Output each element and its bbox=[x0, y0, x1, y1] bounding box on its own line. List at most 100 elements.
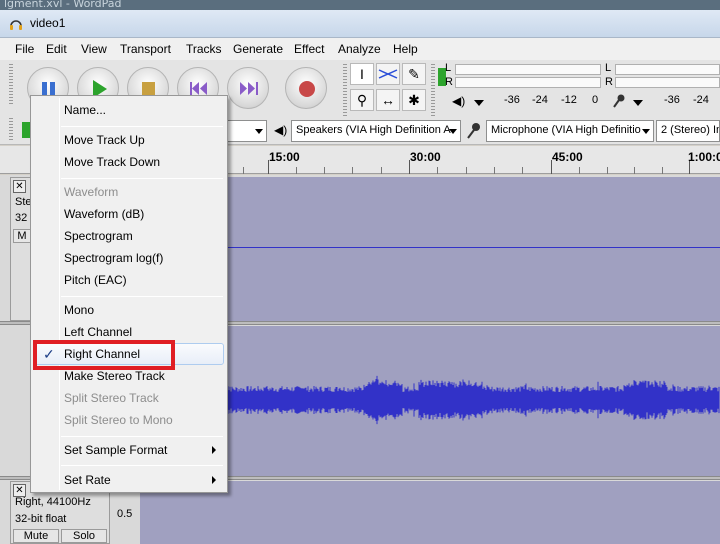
menu-item-label: Spectrogram log(f) bbox=[64, 251, 164, 265]
playback-meter-bar-l[interactable] bbox=[455, 64, 601, 75]
playback-scale-24: -24 bbox=[532, 94, 548, 106]
close-track-icon[interactable]: ✕ bbox=[13, 180, 26, 193]
playback-menu-arrow[interactable] bbox=[474, 100, 484, 106]
double-arrow-icon: ↔ bbox=[381, 92, 395, 108]
window-title: video1 bbox=[30, 16, 66, 30]
playback-meter-r: R bbox=[445, 76, 453, 88]
menu-item-label: Set Sample Format bbox=[64, 443, 168, 457]
host-combo[interactable] bbox=[227, 120, 267, 142]
recording-device-value: Microphone (VIA High Definitio bbox=[491, 124, 641, 136]
menu-tracks[interactable]: Tracks bbox=[186, 42, 222, 56]
selection-tool[interactable]: I bbox=[350, 63, 374, 85]
menu-item-mono[interactable]: Mono bbox=[34, 299, 224, 321]
ruler-label-45: 45:00 bbox=[552, 150, 583, 164]
headphones-icon bbox=[10, 20, 22, 30]
background-window-title: lgment.xvl - WordPad bbox=[4, 0, 122, 10]
ibeam-icon: I bbox=[360, 66, 364, 82]
menu-separator bbox=[61, 465, 223, 466]
menu-separator bbox=[61, 126, 223, 127]
waveform-middle[interactable] bbox=[227, 326, 720, 476]
envelope-icon bbox=[378, 69, 398, 79]
ruler-minor-tick bbox=[352, 167, 353, 174]
record-menu-arrow[interactable] bbox=[633, 100, 643, 106]
background-window-strip: lgment.xvl - WordPad bbox=[0, 0, 720, 10]
menu-file[interactable]: File bbox=[15, 42, 34, 56]
menu-item-label: Left Channel bbox=[64, 325, 133, 339]
mixer-grip[interactable] bbox=[9, 118, 13, 142]
menu-view[interactable]: View bbox=[81, 42, 107, 56]
tools-grip[interactable] bbox=[343, 64, 347, 116]
menu-separator bbox=[61, 178, 223, 179]
menu-item-label: Set Rate bbox=[64, 473, 111, 487]
highlight-annotation bbox=[33, 340, 175, 370]
playback-meter-l: L bbox=[445, 62, 452, 74]
channels-select[interactable]: 2 (Stereo) In bbox=[656, 120, 720, 142]
record-scale-36: -36 bbox=[664, 94, 680, 106]
menu-item-move-down[interactable]: Move Track Down bbox=[34, 151, 224, 173]
ruler-minor-tick bbox=[466, 167, 467, 174]
menu-help[interactable]: Help bbox=[393, 42, 418, 56]
track-format-bottom: 32-bit float bbox=[15, 513, 67, 525]
menu-item-label: Waveform bbox=[64, 185, 119, 199]
vertical-scale-label: 0.5 bbox=[117, 508, 133, 520]
waveform-top[interactable] bbox=[228, 177, 720, 321]
playback-device-select[interactable]: Speakers (VIA High Definition A bbox=[291, 120, 461, 142]
menu-item-label: Split Stereo Track bbox=[64, 391, 159, 405]
meter-grip[interactable] bbox=[431, 64, 435, 116]
playback-scale-0: 0 bbox=[592, 94, 599, 106]
pencil-icon: ✎ bbox=[408, 66, 420, 82]
ruler-minor-tick bbox=[579, 167, 580, 174]
mute-button-top[interactable]: M bbox=[13, 229, 31, 243]
ruler-minor-tick bbox=[522, 167, 523, 174]
menu-item-spectrogram-log[interactable]: Spectrogram log(f) bbox=[34, 247, 224, 269]
menu-item-sample-format[interactable]: Set Sample Format bbox=[34, 439, 224, 461]
menu-item-pitch[interactable]: Pitch (EAC) bbox=[34, 269, 224, 291]
menu-item-label: Pitch (EAC) bbox=[64, 273, 127, 287]
record-scale-24: -24 bbox=[693, 94, 709, 106]
record-meter-bar-l[interactable] bbox=[615, 64, 720, 75]
menu-analyze[interactable]: Analyze bbox=[338, 42, 381, 56]
menu-item-move-up[interactable]: Move Track Up bbox=[34, 129, 224, 151]
chevron-down-icon bbox=[449, 129, 457, 134]
microphone-icon[interactable] bbox=[611, 93, 627, 109]
menu-item-name[interactable]: Name... bbox=[34, 99, 224, 121]
speaker-volume-icon[interactable]: ◀) bbox=[452, 94, 465, 108]
menu-bar: File Edit View Transport Tracks Generate… bbox=[0, 38, 720, 60]
menu-transport[interactable]: Transport bbox=[120, 42, 171, 56]
track-context-menu: Name... Move Track Up Move Track Down Wa… bbox=[30, 95, 228, 493]
menu-effect[interactable]: Effect bbox=[294, 42, 324, 56]
ruler-label-60: 1:00:0 bbox=[688, 150, 720, 164]
draw-tool[interactable]: ✎ bbox=[402, 63, 426, 85]
record-button[interactable] bbox=[285, 67, 327, 109]
track-channel-bottom: Right, 44100Hz bbox=[15, 496, 91, 508]
speaker-icon: ◀) bbox=[274, 123, 288, 137]
skip-end-icon bbox=[240, 82, 258, 95]
menu-item-spectrogram[interactable]: Spectrogram bbox=[34, 225, 224, 247]
menu-generate[interactable]: Generate bbox=[233, 42, 283, 56]
chevron-down-icon bbox=[642, 129, 650, 134]
menu-edit[interactable]: Edit bbox=[46, 42, 67, 56]
menu-item-label: Move Track Up bbox=[64, 133, 145, 147]
zoom-tool[interactable]: ⚲ bbox=[350, 89, 374, 111]
menu-item-split-mono: Split Stereo to Mono bbox=[34, 409, 224, 431]
menu-item-label: Make Stereo Track bbox=[64, 369, 165, 383]
timeshift-tool[interactable]: ↔ bbox=[376, 89, 400, 111]
menu-item-waveform-db[interactable]: Waveform (dB) bbox=[34, 203, 224, 225]
asterisk-icon: ✱ bbox=[408, 92, 420, 108]
toolbar-grip[interactable] bbox=[9, 64, 13, 106]
menu-item-label: Name... bbox=[64, 103, 107, 117]
skip-end-button[interactable] bbox=[227, 67, 269, 109]
menu-item-set-rate[interactable]: Set Rate bbox=[34, 469, 224, 491]
chevron-down-icon bbox=[255, 129, 263, 134]
multi-tool[interactable]: ✱ bbox=[402, 89, 426, 111]
submenu-arrow-icon bbox=[212, 476, 216, 484]
record-meter-bar-r[interactable] bbox=[615, 77, 720, 88]
channels-value: 2 (Stereo) In bbox=[661, 124, 720, 136]
solo-button-bottom[interactable]: Solo bbox=[61, 529, 107, 543]
envelope-tool[interactable] bbox=[376, 63, 400, 85]
recording-device-select[interactable]: Microphone (VIA High Definitio bbox=[486, 120, 654, 142]
mute-button-bottom[interactable]: Mute bbox=[13, 529, 59, 543]
ruler-minor-tick bbox=[243, 167, 244, 174]
playback-meter-bar-r[interactable] bbox=[455, 77, 601, 88]
menu-item-waveform: Waveform bbox=[34, 181, 224, 203]
